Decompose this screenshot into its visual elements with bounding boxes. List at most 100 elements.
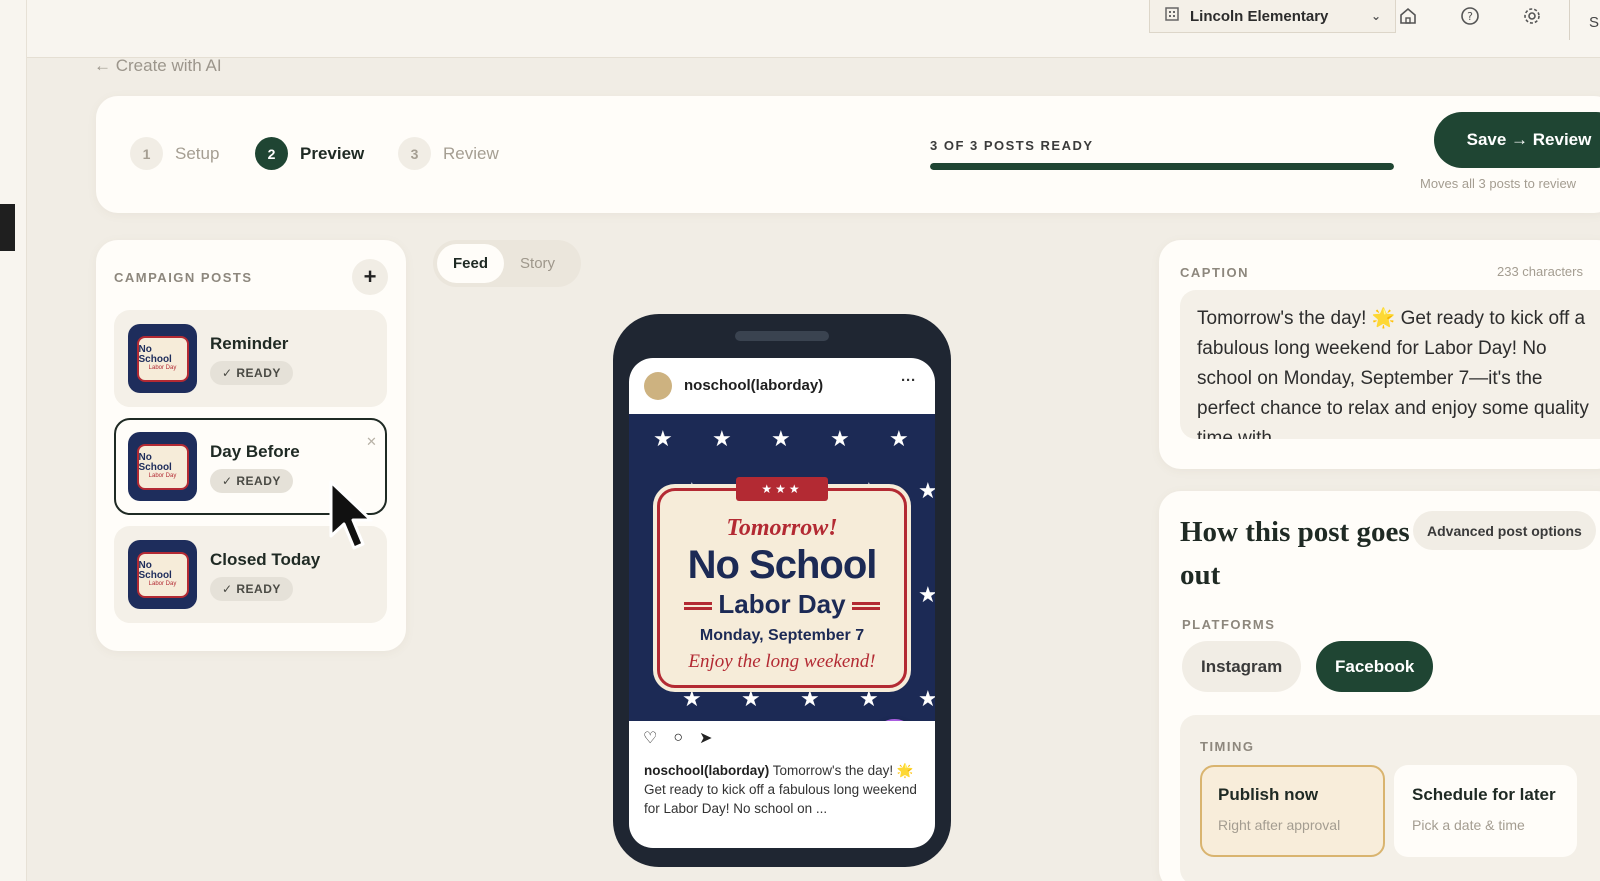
close-icon[interactable]: ✕ (366, 434, 377, 450)
sign-line-5: Enjoy the long weekend! (688, 651, 876, 672)
thumb-text: No School (138, 559, 172, 581)
progress-label: 3 OF 3 POSTS READY (930, 138, 1094, 153)
platforms-title: PLATFORMS (1182, 617, 1276, 632)
caption-username: noschool(laborday) (644, 763, 770, 778)
step-label: Review (443, 143, 499, 163)
sign-line-3-text: Labor Day (718, 589, 846, 619)
post-actions: ♡ ○ ➤ (643, 728, 712, 748)
step-label: Preview (300, 143, 365, 163)
campaign-posts-panel: CAMPAIGN POSTS + No School Labor Day Remi… (96, 240, 406, 651)
school-selector[interactable]: Lincoln Elementary ⌄ (1149, 0, 1396, 33)
cursor-icon (327, 478, 379, 556)
home-icon[interactable] (1396, 4, 1420, 28)
post-title: Closed Today (210, 550, 321, 569)
edit-image-button[interactable]: ✎ (872, 719, 917, 721)
phone-notch (735, 331, 829, 341)
sign-ribbon: ★★★ (736, 477, 828, 501)
advanced-options-button[interactable]: Advanced post options (1413, 511, 1596, 550)
tab-feed[interactable]: Feed (437, 244, 505, 283)
heart-icon[interactable]: ♡ (643, 728, 657, 748)
status-badge: ✓ READY (210, 577, 293, 601)
post-thumbnail: No School Labor Day (128, 324, 197, 393)
post-header: noschool(laborday) ··· (629, 358, 935, 414)
timing-section: TIMING Publish now Right after approval … (1180, 715, 1600, 881)
rail-marker (0, 204, 15, 251)
publishing-title: How this post goes out (1180, 516, 1410, 591)
status-badge: ✓ READY (210, 361, 293, 385)
post-caption-preview: noschool(laborday) Tomorrow's the day! 🌟… (644, 761, 922, 818)
back-link[interactable]: ← Create with AI (94, 56, 222, 76)
stepper-card: 1 Setup 2 Preview 3 Review 3 OF 3 POSTS … (96, 96, 1600, 213)
star-icon: ★ (800, 686, 820, 711)
step-setup[interactable]: 1 Setup (130, 137, 219, 170)
star-icon: ★ (771, 426, 791, 451)
timing-schedule-later[interactable]: Schedule for later Pick a date & time (1394, 765, 1577, 857)
platform-instagram[interactable]: Instagram (1182, 641, 1302, 692)
building-icon (1164, 6, 1180, 26)
sign-line-2: No School (687, 543, 878, 587)
thumb-text: No School (138, 451, 172, 473)
save-review-button[interactable]: Save → Review (1434, 112, 1600, 168)
post-item-reminder[interactable]: No School Labor Day Reminder ✓ READY (114, 310, 387, 407)
star-icon: ★ (859, 686, 879, 711)
thumb-subtext: Labor Day (148, 472, 177, 479)
timing-option-sub: Right after approval (1218, 817, 1341, 833)
star-icon: ★ (741, 686, 761, 711)
step-review[interactable]: 3 Review (398, 137, 499, 170)
caption-title: CAPTION (1180, 265, 1249, 280)
save-helper-text: Moves all 3 posts to review (1420, 176, 1577, 191)
status-badge: ✓ READY (210, 469, 293, 493)
tab-story[interactable]: Story (504, 244, 571, 283)
plus-icon: + (363, 264, 377, 289)
star-icon: ★ (653, 426, 673, 451)
sign-line-1: Tomorrow! (726, 515, 838, 541)
thumb-text: No School (138, 343, 172, 365)
post-title: Reminder (210, 334, 289, 353)
school-name: Lincoln Elementary (1190, 7, 1329, 25)
character-count: 233 characters (1497, 264, 1583, 279)
top-bar: Lincoln Elementary ⌄ ? S (27, 0, 1600, 58)
step-number: 1 (130, 137, 163, 170)
topbar-truncated-label: S (1589, 14, 1600, 31)
phone-preview: noschool(laborday) ··· ★★★★★★★★★★★★★★★★★… (613, 314, 951, 867)
post-title: Day Before (210, 442, 300, 461)
caption-textarea[interactable]: Tomorrow's the day! 🌟 Get ready to kick … (1180, 290, 1600, 439)
svg-text:?: ? (1467, 10, 1473, 23)
comment-icon[interactable]: ○ (673, 729, 683, 747)
help-icon[interactable]: ? (1458, 4, 1482, 28)
avatar (644, 372, 672, 400)
post-thumbnail: No School Labor Day (128, 432, 197, 501)
labor-day-sign: ★★★ Tomorrow! No School Labor Day Monday… (657, 477, 907, 688)
timing-title: TIMING (1200, 739, 1255, 754)
sign-line-4: Monday, September 7 (699, 627, 865, 644)
send-icon[interactable]: ➤ (699, 728, 712, 748)
more-icon[interactable]: ··· (901, 372, 916, 389)
post-username: noschool(laborday) (684, 377, 824, 394)
phone-screen: noschool(laborday) ··· ★★★★★★★★★★★★★★★★★… (629, 358, 935, 848)
timing-option-sub: Pick a date & time (1412, 817, 1525, 833)
gear-icon[interactable] (1520, 4, 1544, 28)
star-icon: ★ (682, 686, 702, 711)
star-icon: ★ (889, 426, 909, 451)
post-image: ★★★★★★★★★★★★★★★★★★★★★★★★★★★★★★★★★★★★ ★★★… (629, 414, 935, 721)
progress-bar (930, 163, 1394, 170)
platform-facebook[interactable]: Facebook (1316, 641, 1434, 692)
timing-option-title: Publish now (1218, 785, 1319, 804)
chevron-down-icon: ⌄ (1370, 9, 1381, 23)
topbar-divider (1569, 0, 1570, 40)
campaign-posts-title: CAMPAIGN POSTS (114, 270, 253, 285)
star-icon: ★ (918, 582, 935, 607)
star-icon: ★ (918, 478, 935, 503)
publishing-panel: How this post goes out Advanced post opt… (1159, 491, 1600, 881)
add-post-button[interactable]: + (352, 259, 388, 295)
timing-publish-now[interactable]: Publish now Right after approval (1200, 765, 1385, 857)
thumb-subtext: Labor Day (148, 580, 177, 587)
timing-option-title: Schedule for later (1412, 785, 1556, 804)
caption-panel: CAPTION 233 characters Tomorrow's the da… (1159, 240, 1600, 469)
step-number: 2 (255, 137, 288, 170)
step-preview[interactable]: 2 Preview (255, 137, 364, 170)
progress-fill (930, 163, 1394, 170)
star-icon: ★ (830, 426, 850, 451)
left-rail (0, 0, 27, 881)
thumb-subtext: Labor Day (148, 364, 177, 371)
